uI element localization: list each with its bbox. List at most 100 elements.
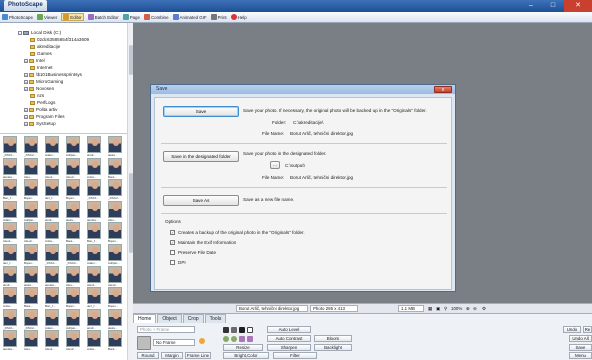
- photo-thumbnail[interactable]: [108, 200, 122, 218]
- photo-thumbnail[interactable]: [66, 265, 80, 283]
- dpi-checkbox[interactable]: [170, 260, 175, 265]
- tree-item[interactable]: + \$101Businessprintsys: [24, 72, 82, 78]
- photo-thumbnail[interactable]: [108, 157, 122, 175]
- zoom-in-icon[interactable]: ⊕: [466, 306, 470, 312]
- photo-thumbnail[interactable]: [24, 308, 38, 326]
- expand-icon[interactable]: +: [24, 73, 28, 77]
- filter-button[interactable]: Filter: [273, 352, 317, 359]
- photo-thumbnail[interactable]: [87, 287, 101, 305]
- tree-item[interactable]: + Program Files: [24, 114, 65, 120]
- photo-thumbnail[interactable]: [24, 157, 38, 175]
- tab-object[interactable]: Object: [157, 314, 182, 323]
- tab-combine[interactable]: Combine: [143, 14, 169, 20]
- zoom-fit-icon[interactable]: ▦: [428, 306, 432, 312]
- photo-thumbnail[interactable]: [24, 265, 38, 283]
- tab-page[interactable]: Page: [122, 14, 140, 20]
- expand-icon[interactable]: +: [24, 115, 28, 119]
- mirror-icon[interactable]: [247, 336, 253, 342]
- undo-all-button[interactable]: Undo All: [569, 335, 592, 342]
- auto-contrast-button[interactable]: Auto Contrast: [267, 335, 311, 342]
- dialog-close-button[interactable]: x: [434, 86, 452, 93]
- tab-print[interactable]: Print: [210, 14, 227, 20]
- photo-thumbnail[interactable]: [24, 222, 38, 240]
- redo-button[interactable]: Re: [583, 326, 592, 333]
- photo-thumbnail[interactable]: [108, 136, 122, 153]
- tree-item[interactable]: Games: [30, 51, 52, 57]
- photo-thumbnail[interactable]: [24, 287, 38, 305]
- contrast-icon[interactable]: [239, 327, 245, 333]
- photo-thumbnail[interactable]: [66, 244, 80, 261]
- rotate-left-icon[interactable]: [223, 336, 229, 342]
- zoom-actual-icon[interactable]: ▣: [436, 306, 440, 312]
- photo-thumbnail[interactable]: [3, 200, 17, 218]
- tree-item[interactable]: + Polita artiv: [24, 107, 57, 113]
- photo-thumbnail[interactable]: [87, 308, 101, 326]
- tab-crop[interactable]: Crop: [182, 314, 204, 323]
- photo-thumbnail[interactable]: [45, 287, 59, 305]
- photo-thumbnail[interactable]: [3, 308, 17, 326]
- bright-color-button[interactable]: Bright,Color: [223, 352, 269, 359]
- tab-photoscape[interactable]: PhotoScape: [2, 14, 33, 20]
- close-icon[interactable]: ✕: [564, 0, 592, 12]
- tab-tools[interactable]: Tools: [204, 314, 227, 323]
- resize-button[interactable]: Resize: [223, 344, 263, 351]
- photo-thumbnail[interactable]: [3, 330, 17, 348]
- photo-thumbnail[interactable]: [108, 265, 122, 283]
- tree-item[interactable]: nzs: [30, 93, 44, 99]
- photo-thumbnail[interactable]: [24, 179, 38, 197]
- tab-editor[interactable]: Editor: [61, 13, 84, 21]
- photo-frame-field[interactable]: Photo + Frame: [137, 326, 195, 333]
- photo-thumbnail[interactable]: [3, 287, 17, 305]
- photo-thumbnail[interactable]: [24, 136, 38, 153]
- browse-folder-button[interactable]: ...: [270, 161, 280, 169]
- photo-thumbnail[interactable]: [45, 244, 59, 261]
- undo-button[interactable]: Undo: [563, 326, 581, 333]
- tree-item-local-disk[interactable]: - Local Disk (C:): [18, 30, 61, 36]
- menu-button[interactable]: Menu: [569, 352, 592, 359]
- tab-viewer[interactable]: Viewer: [36, 14, 57, 20]
- photo-thumbnail[interactable]: [66, 308, 80, 326]
- photo-thumbnail[interactable]: [87, 330, 101, 348]
- photo-thumbnail[interactable]: [3, 244, 17, 261]
- tree-item[interactable]: 02dc63585654f314a3609: [30, 37, 89, 43]
- gray-icon[interactable]: [231, 327, 237, 333]
- tree-item[interactable]: + MicroGaming: [24, 79, 63, 85]
- maximize-icon[interactable]: □: [542, 0, 564, 12]
- preserve-date-checkbox[interactable]: [170, 250, 175, 255]
- tab-help[interactable]: Help: [230, 14, 247, 20]
- tree-item[interactable]: + Novosen: [24, 86, 54, 92]
- save-designated-folder-button[interactable]: Save in the designated folder: [163, 151, 239, 162]
- expand-icon[interactable]: +: [24, 80, 28, 84]
- backup-checkbox[interactable]: ✓: [170, 230, 175, 235]
- photo-thumbnail[interactable]: [87, 136, 101, 153]
- photo-thumbnail[interactable]: [45, 179, 59, 197]
- tree-item[interactable]: PerfLogs: [30, 100, 55, 106]
- photo-thumbnail[interactable]: [108, 330, 122, 348]
- photo-thumbnail[interactable]: [108, 179, 122, 197]
- photo-thumbnail[interactable]: [45, 222, 59, 240]
- expand-icon[interactable]: +: [24, 59, 28, 63]
- photo-thumbnail[interactable]: [24, 330, 38, 348]
- photo-thumbnail[interactable]: [66, 222, 80, 240]
- settings-icon[interactable]: ⚙: [482, 306, 486, 312]
- photo-thumbnail[interactable]: [24, 244, 38, 261]
- margin-button[interactable]: Margin: [161, 352, 183, 359]
- photo-thumbnail[interactable]: [66, 287, 80, 305]
- photo-thumbnail[interactable]: [108, 222, 122, 240]
- photo-thumbnail[interactable]: [66, 330, 80, 348]
- tree-item[interactable]: Internet: [30, 65, 53, 71]
- invert-icon[interactable]: [247, 327, 253, 333]
- photo-thumbnail[interactable]: [66, 157, 80, 175]
- save-ribbon-button[interactable]: Save: [569, 344, 592, 351]
- save-button[interactable]: Save: [163, 106, 239, 117]
- photo-thumbnail[interactable]: [45, 308, 59, 326]
- photo-thumbnail[interactable]: [45, 330, 59, 348]
- sharpen-button[interactable]: Sharpen: [267, 344, 311, 351]
- photo-thumbnail[interactable]: [66, 179, 80, 197]
- backlight-button[interactable]: Backlight: [314, 344, 352, 351]
- photo-thumbnail[interactable]: [87, 244, 101, 261]
- frame-options-icon[interactable]: [199, 338, 205, 344]
- expand-icon[interactable]: +: [24, 122, 28, 126]
- tab-batch-editor[interactable]: Batch Editor: [87, 14, 119, 20]
- photo-thumbnail[interactable]: [87, 157, 101, 175]
